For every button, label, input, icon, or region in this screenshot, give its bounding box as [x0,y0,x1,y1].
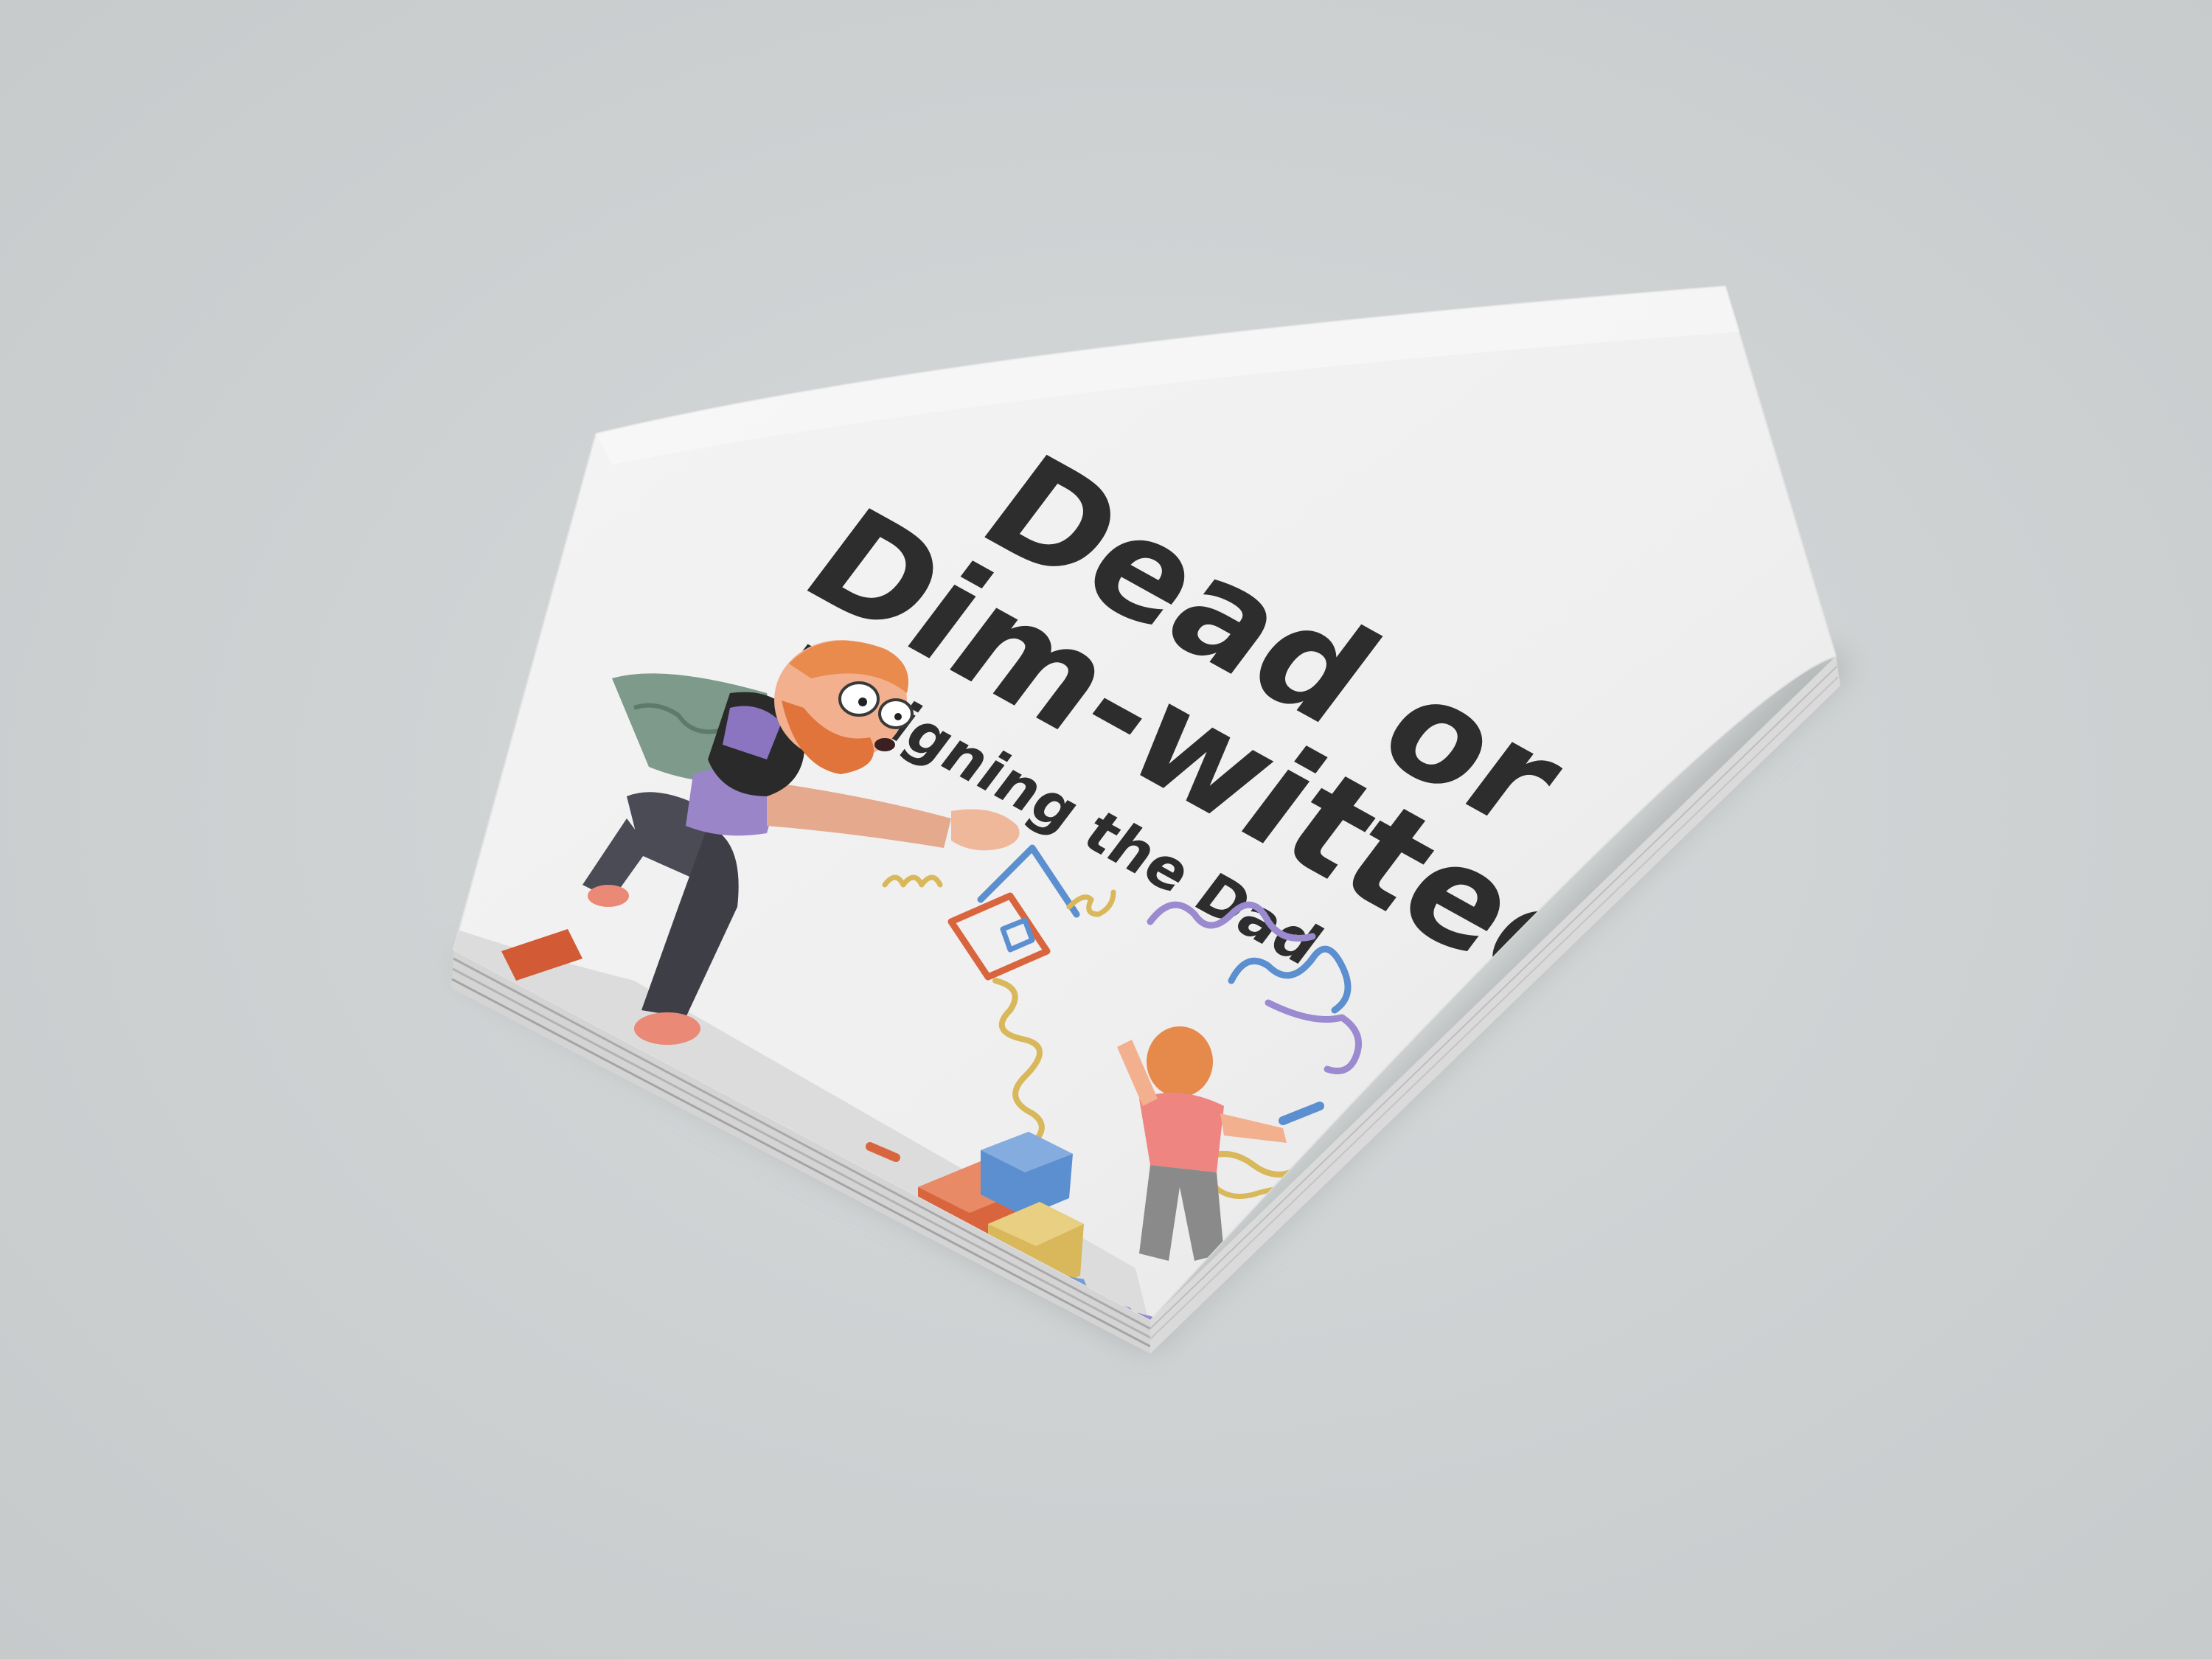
mockup-scene: Dead or Dim-witted: Designing the Dad [0,0,2212,1659]
booklet-mockup-svg: Dead or Dim-witted: Designing the Dad [451,285,1851,1354]
